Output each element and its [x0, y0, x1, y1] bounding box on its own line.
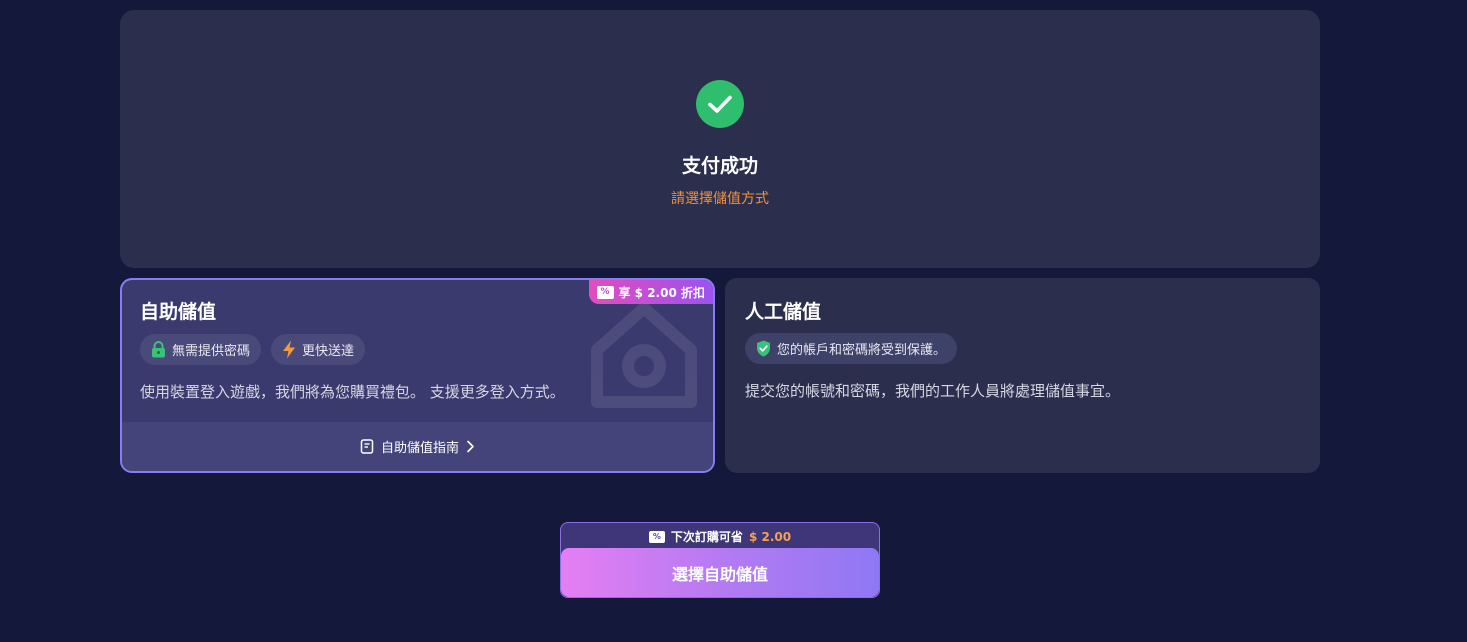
chip-label: 無需提供密碼	[172, 344, 251, 359]
feature-chip-no-password: 無需提供密碼	[140, 334, 262, 365]
chip-label: 您的帳戶和密碼將受到保護。	[777, 343, 947, 358]
feature-chip-faster-delivery: 更快送達	[271, 334, 366, 365]
guide-label: 自助儲值指南	[380, 441, 459, 456]
self-topup-description: 使用裝置登入遊戲，我們將為您購買禮包。 支援更多登入方式。	[140, 383, 565, 401]
percent-ticket-icon: %	[648, 530, 665, 543]
chevron-right-icon	[467, 440, 474, 453]
manual-topup-description: 提交您的帳號和密碼，我們的工作人員將處理儲值事宜。	[745, 382, 1121, 400]
feature-chip-account-protected: 您的帳戶和密碼將受到保護。	[745, 333, 958, 364]
manual-topup-option-card[interactable]: 人工儲值 您的帳戶和密碼將受到保護。 提交您的帳號和密碼，我們的工作人員將處理儲…	[725, 278, 1320, 473]
payment-success-panel: 支付成功 請選擇儲值方式	[120, 10, 1320, 268]
percent-ticket-icon: %	[596, 285, 614, 299]
self-topup-option-card[interactable]: % 享 $ 2.00 折扣 自助儲值 無需提供密碼 更快送達 使用裝置登入遊戲，…	[120, 278, 715, 473]
next-order-savings-note: % 下次訂購可省 $ 2.00	[561, 523, 879, 550]
select-topup-action: % 下次訂購可省 $ 2.00 選擇自助儲值	[560, 522, 880, 598]
shield-check-icon	[757, 340, 770, 357]
home-watermark-icon	[591, 302, 697, 408]
lock-icon	[152, 341, 165, 358]
manual-topup-feature-chips: 您的帳戶和密碼將受到保護。	[745, 333, 958, 364]
chip-label: 更快送達	[302, 344, 355, 359]
discount-badge: % 享 $ 2.00 折扣	[588, 280, 713, 304]
payment-result-page: 支付成功 請選擇儲值方式 % 享 $ 2.00 折扣 自助儲值 無需提供密碼 更…	[0, 0, 1467, 642]
check-circle-icon	[696, 80, 744, 128]
self-topup-guide-link[interactable]: 自助儲值指南	[122, 422, 713, 471]
select-self-topup-button[interactable]: 選擇自助儲值	[561, 548, 879, 597]
self-topup-feature-chips: 無需提供密碼 更快送達	[140, 334, 366, 365]
select-method-prompt: 請選擇儲值方式	[671, 191, 769, 207]
document-icon	[360, 439, 374, 454]
discount-badge-label: 享 $ 2.00 折扣	[618, 285, 706, 300]
self-topup-title: 自助儲值	[140, 301, 217, 323]
lightning-icon	[283, 340, 296, 359]
savings-note-prefix: 下次訂購可省	[670, 530, 743, 544]
success-title: 支付成功	[681, 155, 758, 177]
manual-topup-title: 人工儲值	[745, 301, 822, 323]
savings-amount: $ 2.00	[748, 529, 792, 544]
